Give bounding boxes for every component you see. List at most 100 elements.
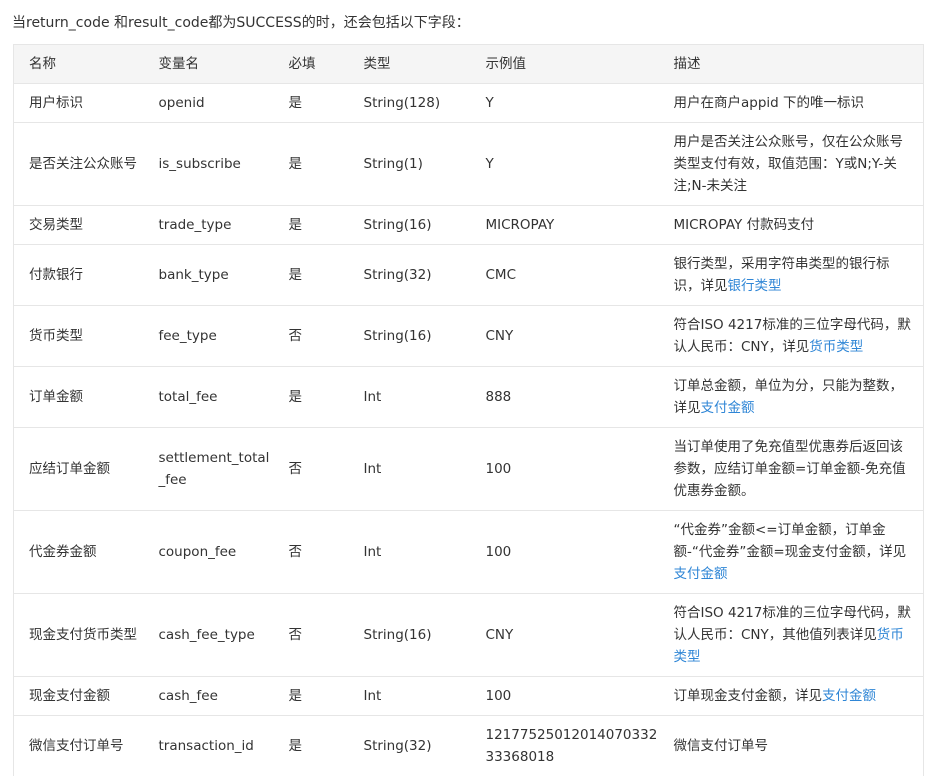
cell-type: String(16): [348, 305, 471, 367]
cell-description: 符合ISO 4217标准的三位字母代码，默认人民币：CNY，其他值列表详见货币类…: [658, 593, 924, 677]
cell-description: MICROPAY 付款码支付: [658, 205, 924, 245]
cell-description: 微信支付订单号: [658, 715, 924, 776]
cell-type: String(16): [348, 205, 471, 245]
cell-type: String(32): [348, 244, 471, 306]
cell-name: 现金支付金额: [13, 676, 144, 716]
cell-required: 是: [273, 366, 349, 428]
cell-example: 1217752501201407033233368018: [470, 715, 659, 776]
description-text: MICROPAY 付款码支付: [673, 217, 815, 233]
description-text: 符合ISO 4217标准的三位字母代码，默认人民币：CNY，详见: [673, 317, 911, 355]
header-type: 类型: [348, 44, 471, 84]
table-row: 代金券金额 coupon_fee 否 Int 100 “代金券”金额<=订单金额，订单金额…: [13, 510, 924, 594]
cell-name: 付款银行: [13, 244, 144, 306]
cell-name: 代金券金额: [13, 510, 144, 594]
cell-type: String(128): [348, 83, 471, 123]
cell-description: “代金券”金额<=订单金额，订单金额-“代金券”金额=现金支付金额，详见支付金额: [658, 510, 924, 594]
cell-required: 否: [273, 305, 349, 367]
cell-example: 100: [470, 676, 659, 716]
cell-description: 用户是否关注公众账号，仅在公众账号类型支付有效，取值范围：Y或N;Y-关注;N-…: [658, 122, 924, 206]
cell-example: CNY: [470, 593, 659, 677]
cell-example: CMC: [470, 244, 659, 306]
description-text: 用户是否关注公众账号，仅在公众账号类型支付有效，取值范围：Y或N;Y-关注;N-…: [673, 134, 904, 194]
cell-description: 订单总金额，单位为分，只能为整数，详见支付金额: [658, 366, 924, 428]
cell-description: 当订单使用了免充值型优惠券后返回该参数，应结订单金额=订单金额-免充值优惠券金额…: [658, 427, 924, 511]
cell-example: 100: [470, 510, 659, 594]
description-link[interactable]: 银行类型: [728, 278, 782, 294]
cell-variable: is_subscribe: [143, 122, 274, 206]
cell-example: Y: [470, 122, 659, 206]
cell-description: 符合ISO 4217标准的三位字母代码，默认人民币：CNY，详见货币类型: [658, 305, 924, 367]
cell-type: Int: [348, 366, 471, 428]
cell-type: Int: [348, 676, 471, 716]
cell-required: 是: [273, 122, 349, 206]
fields-table: 名称 变量名 必填 类型 示例值 描述 用户标识 openid 是 String(12…: [13, 44, 924, 776]
cell-name: 交易类型: [13, 205, 144, 245]
intro-text: 当return_code 和result_code都为SUCCESS的时，还会包…: [12, 15, 470, 31]
cell-variable: fee_type: [143, 305, 274, 367]
cell-name: 现金支付货币类型: [13, 593, 144, 677]
description-text: 符合ISO 4217标准的三位字母代码，默认人民币：CNY，其他值列表详见: [673, 605, 911, 643]
header-variable: 变量名: [143, 44, 274, 84]
header-example: 示例值: [470, 44, 659, 84]
cell-name: 应结订单金额: [13, 427, 144, 511]
cell-variable: cash_fee_type: [143, 593, 274, 677]
cell-example: 100: [470, 427, 659, 511]
cell-variable: cash_fee: [143, 676, 274, 716]
table-row: 现金支付货币类型 cash_fee_type 否 String(16) CNY 符合ISO…: [13, 593, 924, 677]
description-link[interactable]: 支付金额: [822, 688, 876, 704]
table-row: 货币类型 fee_type 否 String(16) CNY 符合ISO 4217标准的三…: [13, 305, 924, 367]
cell-required: 是: [273, 715, 349, 776]
cell-required: 否: [273, 427, 349, 511]
cell-type: String(1): [348, 122, 471, 206]
cell-name: 用户标识: [13, 83, 144, 123]
cell-description: 订单现金支付金额，详见支付金额: [658, 676, 924, 716]
cell-name: 订单金额: [13, 366, 144, 428]
table-row: 用户标识 openid 是 String(128) Y 用户在商户appid 下的唯一标识: [13, 83, 924, 123]
description-text: 订单现金支付金额，详见: [673, 688, 823, 704]
cell-example: MICROPAY: [470, 205, 659, 245]
description-link[interactable]: 货币类型: [809, 339, 863, 355]
cell-name: 货币类型: [13, 305, 144, 367]
description-link[interactable]: 支付金额: [701, 400, 755, 416]
header-name: 名称: [13, 44, 144, 84]
description-text: 用户在商户appid 下的唯一标识: [673, 95, 865, 111]
cell-example: 888: [470, 366, 659, 428]
table-row: 订单金额 total_fee 是 Int 888 订单总金额，单位为分，只能为整数，详见支…: [13, 366, 924, 428]
table-row: 微信支付订单号 transaction_id 是 String(32) 12177525…: [13, 715, 924, 776]
cell-example: Y: [470, 83, 659, 123]
cell-variable: coupon_fee: [143, 510, 274, 594]
table-header-row: 名称 变量名 必填 类型 示例值 描述: [13, 44, 924, 84]
cell-required: 否: [273, 510, 349, 594]
table-row: 应结订单金额 settlement_total_fee 否 Int 100 当订单使用了免…: [13, 427, 924, 511]
cell-variable: total_fee: [143, 366, 274, 428]
table-row: 交易类型 trade_type 是 String(16) MICROPAY MICROPA…: [13, 205, 924, 245]
cell-variable: openid: [143, 83, 274, 123]
cell-name: 是否关注公众账号: [13, 122, 144, 206]
cell-required: 是: [273, 205, 349, 245]
cell-required: 是: [273, 244, 349, 306]
cell-variable: bank_type: [143, 244, 274, 306]
cell-variable: transaction_id: [143, 715, 274, 776]
cell-required: 是: [273, 676, 349, 716]
table-row: 是否关注公众账号 is_subscribe 是 String(1) Y 用户是否关注公众账…: [13, 122, 924, 206]
description-text: 银行类型，采用字符串类型的银行标识，详见: [673, 256, 890, 294]
table-row: 付款银行 bank_type 是 String(32) CMC 银行类型，采用字符串类型的…: [13, 244, 924, 306]
cell-type: String(16): [348, 593, 471, 677]
header-description: 描述: [658, 44, 924, 84]
cell-name: 微信支付订单号: [13, 715, 144, 776]
cell-required: 是: [273, 83, 349, 123]
description-text: 微信支付订单号: [673, 738, 769, 754]
cell-variable: settlement_total_fee: [143, 427, 274, 511]
cell-required: 否: [273, 593, 349, 677]
cell-example: CNY: [470, 305, 659, 367]
cell-description: 银行类型，采用字符串类型的银行标识，详见银行类型: [658, 244, 924, 306]
cell-type: Int: [348, 427, 471, 511]
table-row: 现金支付金额 cash_fee 是 Int 100 订单现金支付金额，详见支付金额: [13, 676, 924, 716]
header-required: 必填: [273, 44, 349, 84]
cell-variable: trade_type: [143, 205, 274, 245]
cell-type: String(32): [348, 715, 471, 776]
description-link[interactable]: 支付金额: [674, 566, 728, 582]
cell-description: 用户在商户appid 下的唯一标识: [658, 83, 924, 123]
cell-type: Int: [348, 510, 471, 594]
description-text: 当订单使用了免充值型优惠券后返回该参数，应结订单金额=订单金额-免充值优惠券金额…: [673, 439, 906, 499]
